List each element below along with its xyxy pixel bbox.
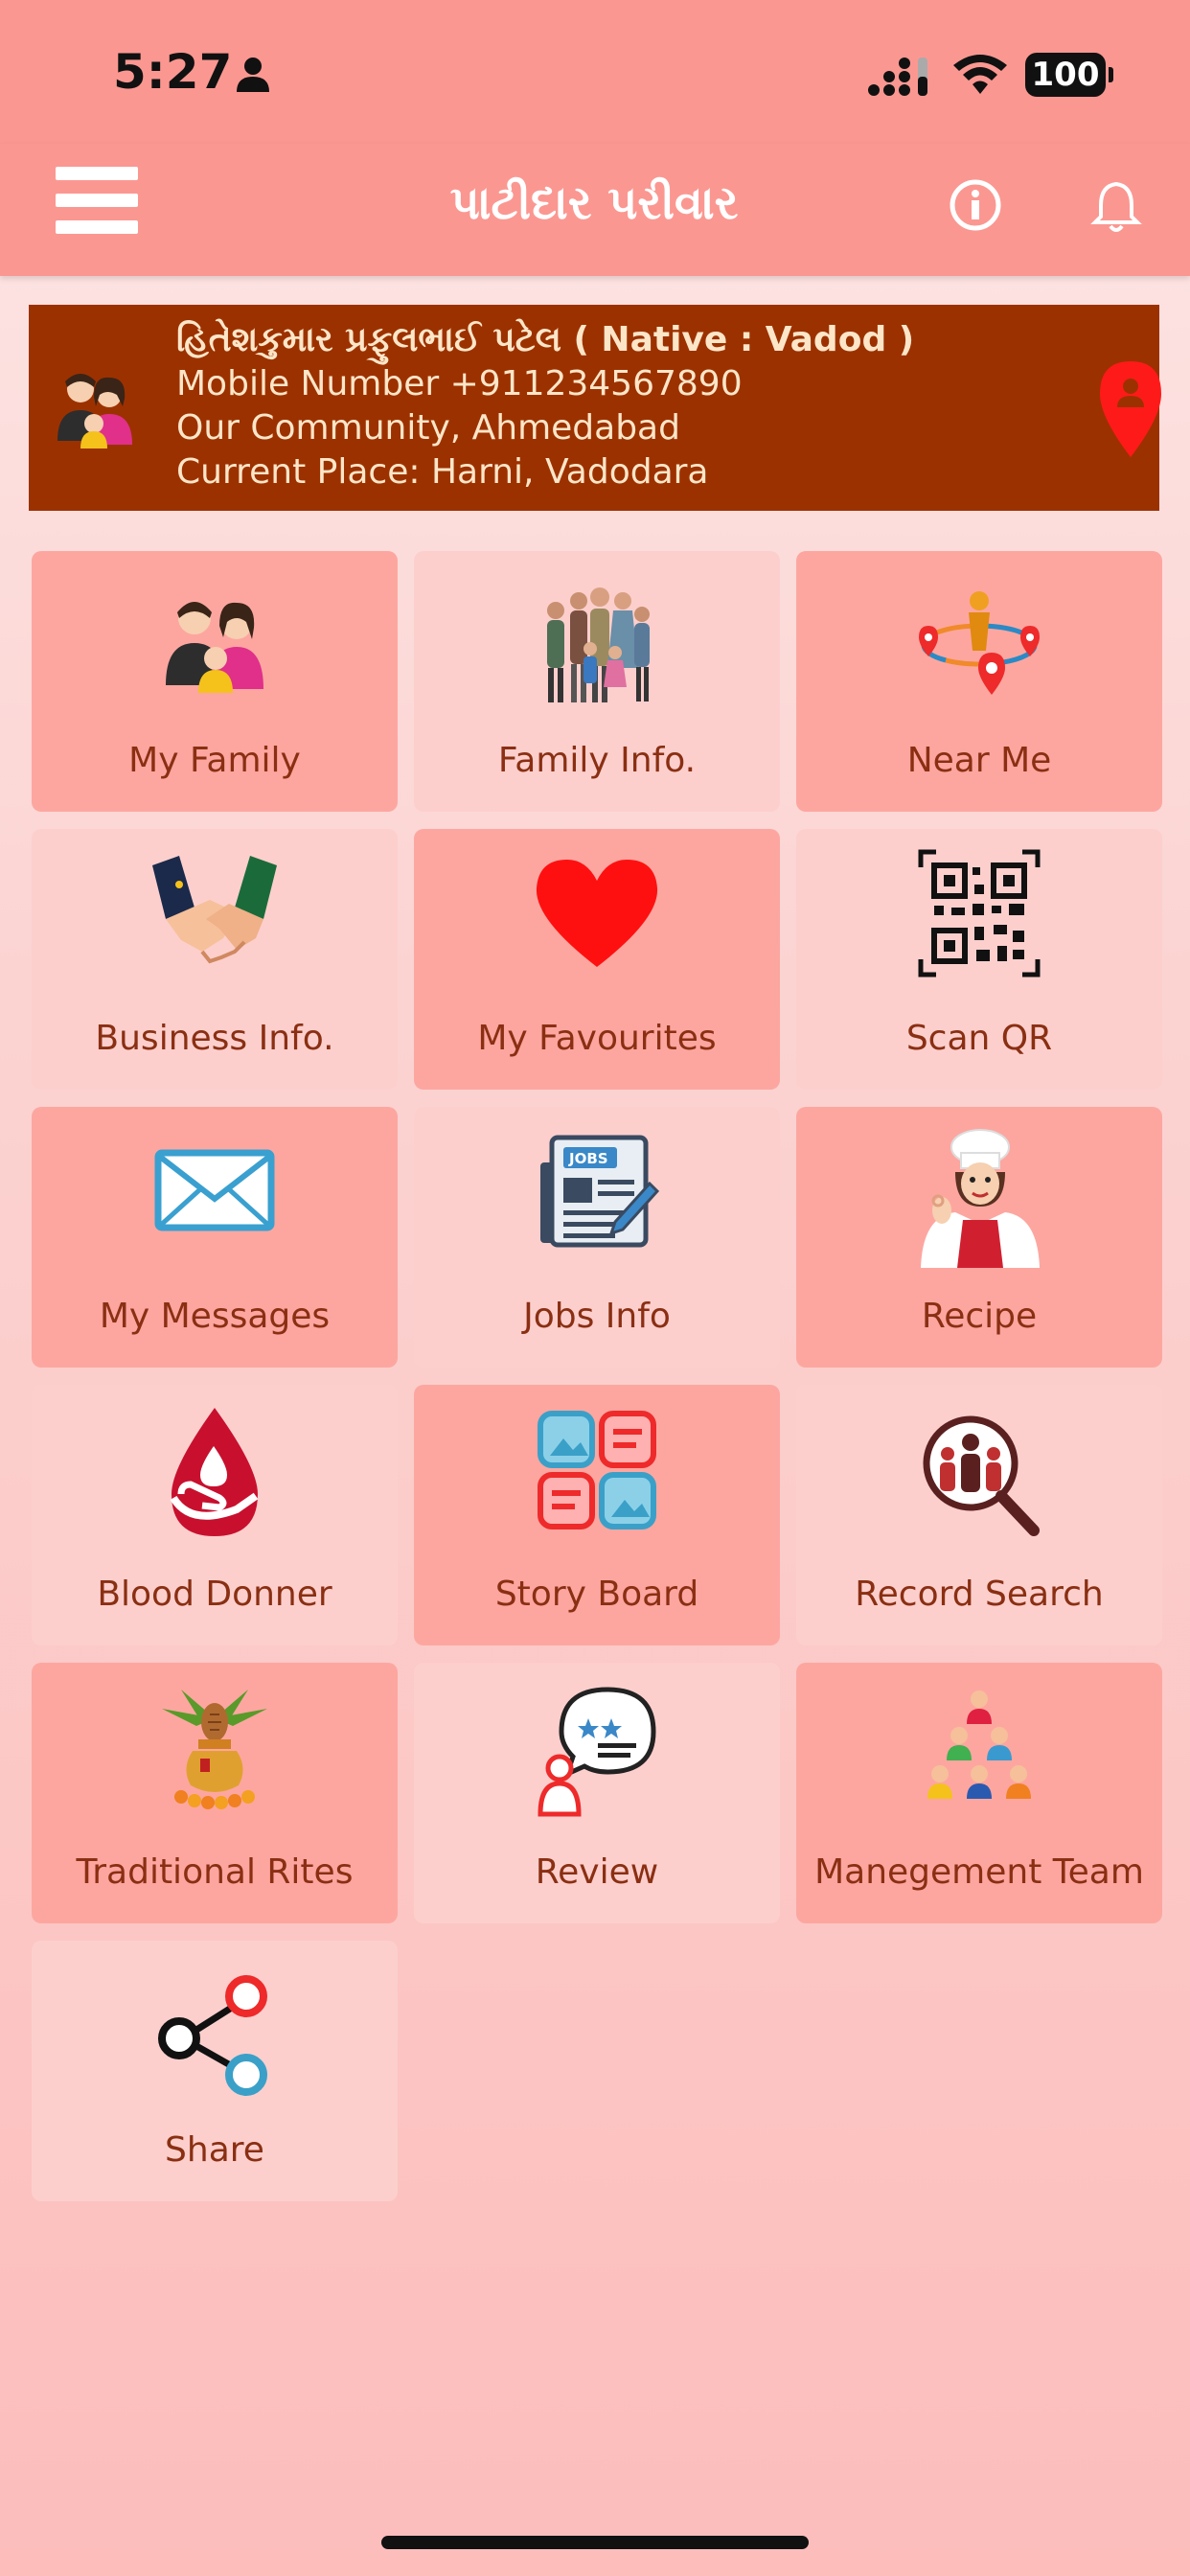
tile-my-family[interactable]: My Family	[32, 551, 398, 812]
tile-story-board[interactable]: Story Board	[414, 1385, 780, 1645]
svg-text:JOBS: JOBS	[568, 1150, 608, 1167]
tile-manegement-team[interactable]: Manegement Team	[796, 1663, 1162, 1923]
tile-label: Review	[535, 1852, 659, 1892]
family-group-icon	[547, 587, 650, 702]
profile-card[interactable]: હિતેશકુમાર પ્રફુલભાઈ પટેલ ( Native : Vad…	[29, 305, 1161, 511]
page-title: પાટીદાર પરીવાર	[449, 176, 739, 230]
tile-label: My Favourites	[477, 1019, 717, 1058]
tile-traditional-rites[interactable]: Traditional Rites	[32, 1663, 398, 1923]
tile-label: Story Board	[494, 1575, 699, 1614]
chef-icon	[921, 1129, 1040, 1268]
blood-drop-icon	[170, 1408, 259, 1536]
profile-community: Our Community, Ahmedabad	[176, 408, 680, 448]
jobs-newspaper-icon: JOBS	[540, 1135, 659, 1248]
tile-label: Jobs Info	[523, 1297, 671, 1336]
app-header: પાટીદાર પરીવાર	[0, 144, 1190, 276]
tile-label: Family Info.	[497, 741, 697, 780]
person-icon	[237, 58, 269, 92]
tile-my-favourites[interactable]: My Favourites	[414, 829, 780, 1090]
share-icon	[158, 1975, 267, 2096]
kalash-icon	[162, 1690, 267, 1809]
location-network-icon	[919, 591, 1040, 695]
tile-label: Manegement Team	[814, 1852, 1144, 1892]
tile-jobs-info[interactable]: JOBS Jobs Info	[414, 1107, 780, 1368]
tile-review[interactable]: Review	[414, 1663, 780, 1923]
wifi-icon	[953, 55, 1007, 94]
profile-current-place: Current Place: Harni, Vadodara	[176, 452, 709, 492]
tile-label: Scan QR	[905, 1019, 1053, 1058]
tile-label: Record Search	[855, 1575, 1104, 1614]
tile-label: Recipe	[921, 1297, 1038, 1336]
profile-mobile: Mobile Number +911234567890	[176, 364, 743, 403]
tile-my-messages[interactable]: My Messages	[32, 1107, 398, 1368]
family-icon	[166, 602, 263, 693]
tile-label: Near Me	[906, 741, 1052, 780]
couple-avatar-icon	[57, 374, 132, 448]
profile-details: હિતેશકુમાર પ્રફુલભાઈ પટેલ ( Native : Vad…	[176, 318, 914, 494]
tile-scan-qr[interactable]: Scan QR	[796, 829, 1162, 1090]
review-chat-icon	[538, 1687, 656, 1817]
people-search-icon	[923, 1415, 1040, 1536]
tile-label: Share	[165, 2130, 264, 2170]
handshake-icon	[152, 856, 277, 964]
tile-blood-donner[interactable]: Blood Donner	[32, 1385, 398, 1645]
bell-icon[interactable]	[1087, 178, 1145, 236]
status-time: 5:27	[113, 44, 233, 100]
tile-family-info[interactable]: Family Info.	[414, 551, 780, 812]
tile-label: My Messages	[99, 1297, 331, 1336]
tile-label: Traditional Rites	[76, 1852, 354, 1892]
battery-indicator: 100	[1025, 53, 1113, 97]
status-bar: 5:27 100	[0, 0, 1190, 144]
tile-near-me[interactable]: Near Me	[796, 551, 1162, 812]
hamburger-menu-icon[interactable]	[56, 167, 138, 243]
tile-label: Business Info.	[95, 1019, 334, 1058]
tile-record-search[interactable]: Record Search	[796, 1385, 1162, 1645]
envelope-icon	[154, 1149, 275, 1231]
heart-icon	[536, 860, 658, 967]
tile-recipe[interactable]: Recipe	[796, 1107, 1162, 1368]
tile-share[interactable]: Share	[32, 1941, 398, 2201]
location-pin-icon[interactable]	[1092, 357, 1169, 463]
team-pyramid-icon	[927, 1690, 1031, 1799]
signal-icon	[868, 58, 927, 96]
tile-business-info[interactable]: Business Info.	[32, 829, 398, 1090]
tile-label: My Family	[128, 741, 301, 780]
qr-code-icon	[918, 849, 1041, 978]
story-board-icon	[538, 1411, 656, 1530]
profile-name: હિતેશકુમાર પ્રફુલભાઈ પટેલ ( Native : Vad…	[176, 320, 915, 359]
tile-label: Blood Donner	[97, 1575, 332, 1614]
info-icon[interactable]	[949, 178, 1002, 232]
home-indicator[interactable]	[381, 2536, 809, 2549]
